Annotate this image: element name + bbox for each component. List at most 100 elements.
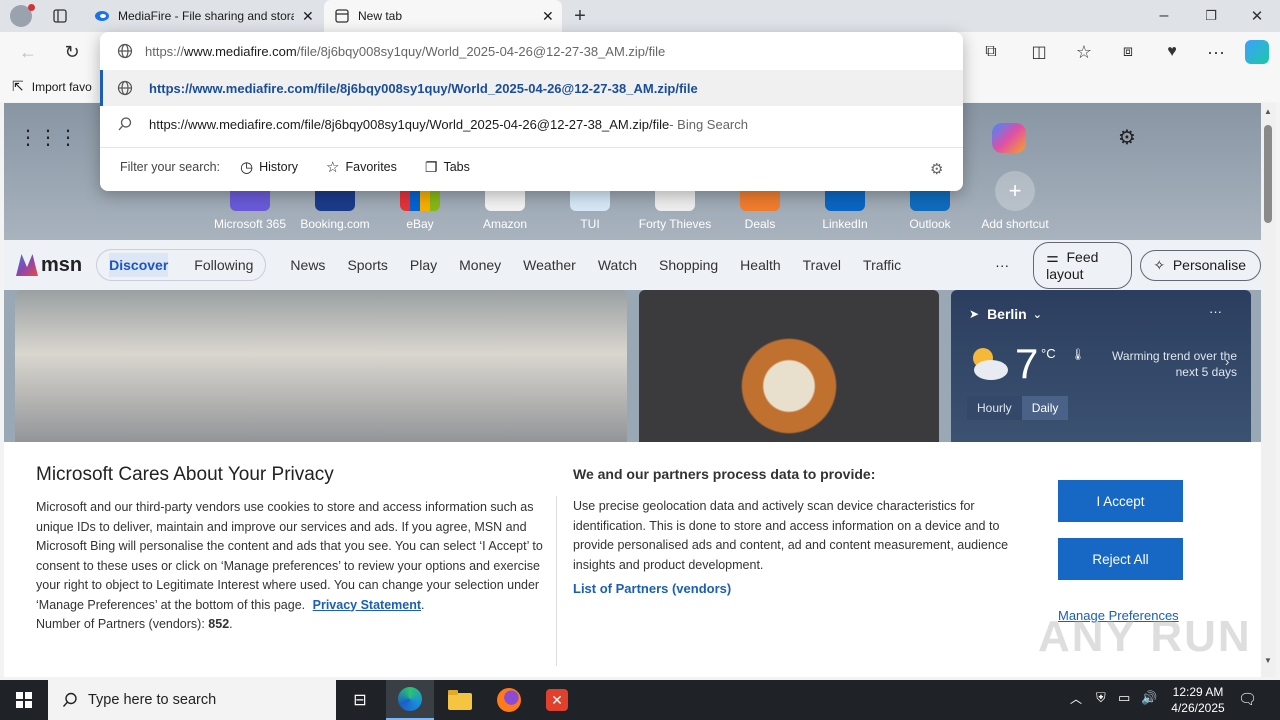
collections-icon[interactable]: ⧈ [1112,36,1144,68]
security-icon[interactable]: ⛨ [1096,690,1106,706]
close-window-icon[interactable]: ✕ [1241,0,1273,32]
weather-temp: 7 [1015,340,1039,387]
plus-icon: + [995,171,1035,211]
performance-icon[interactable]: ♥ [1156,36,1188,68]
shortcut-label: LinkedIn [822,217,868,231]
feed-layout-button[interactable]: ⚌ Feed layout [1033,241,1133,289]
new-tab-plus-icon[interactable]: + [564,0,596,32]
scroll-down-icon[interactable]: ▼ [1264,656,1272,665]
shortcut-add[interactable]: + Add shortcut [975,171,1055,231]
nav-shopping[interactable]: Shopping [659,257,718,273]
minimize-icon[interactable]: – [1148,0,1180,32]
notifications-icon[interactable]: 🗨 [1238,690,1257,708]
food-card-image[interactable] [639,290,939,450]
partners-list-link[interactable]: List of Partners (vendors) [573,581,731,596]
nav-watch[interactable]: Watch [598,257,637,273]
scroll-up-icon[interactable]: ▲ [1264,107,1272,116]
privacy-statement-link[interactable]: Privacy Statement [313,598,421,612]
star-icon: ✧ [1153,256,1166,273]
shortcut-label: Outlook [909,217,951,231]
nav-travel[interactable]: Travel [803,257,841,273]
apps-launcher-icon[interactable]: ⋮⋮⋮ [18,121,78,153]
divider [556,496,557,666]
page-settings-icon[interactable]: ⚙ [1111,121,1143,153]
nav-sports[interactable]: Sports [347,257,387,273]
refresh-icon[interactable]: ↻ [56,36,88,68]
filter-history-button[interactable]: ◷ History [240,158,298,176]
windows-start-icon[interactable] [0,680,48,720]
weather-more-icon[interactable]: ··· [1209,304,1222,319]
close-tab-icon[interactable]: ✕ [542,8,554,25]
globe-icon [117,43,133,59]
history-icon: ◷ [240,159,254,176]
personalise-button[interactable]: ✧ Personalise [1140,249,1261,281]
shortcut-label: Deals [744,217,776,231]
msn-logo[interactable]: msn [16,254,82,277]
chevron-down-icon[interactable]: ⌄ [1033,308,1042,321]
tab-mediafire[interactable]: MediaFire - File sharing and stora ✕ [84,0,322,32]
reject-all-button[interactable]: Reject All [1058,538,1183,580]
tab-strip: MediaFire - File sharing and stora ✕ New… [0,0,1280,32]
more-nav-icon[interactable]: ··· [995,257,1009,273]
copilot-icon[interactable] [992,123,1026,153]
import-favorites-button[interactable]: ⇱ Import favo [12,78,92,95]
close-tab-icon[interactable]: ✕ [302,8,314,25]
system-clock[interactable]: 12:29 AM 4/26/2025 [1162,684,1234,716]
accept-button[interactable]: I Accept [1058,480,1183,522]
tab-new-tab[interactable]: New tab ✕ [324,0,562,32]
tab-discover[interactable]: Discover [109,253,169,277]
split-screen-icon[interactable]: ◫ [1023,36,1055,68]
page-scrollbar[interactable]: ▲ ▼ [1261,103,1276,677]
partly-cloudy-icon [965,342,1011,382]
weather-city[interactable]: Berlin [987,306,1027,322]
nav-money[interactable]: Money [459,257,501,273]
task-view-icon[interactable]: ⊟ [336,680,384,720]
nav-play[interactable]: Play [410,257,437,273]
tab-actions-icon[interactable] [44,0,76,32]
suggestion-bing-search[interactable]: https://www.mediafire.com/file/8j6bqy008… [100,106,963,142]
nav-health[interactable]: Health [740,257,780,273]
tab-daily[interactable]: Daily [1021,396,1069,420]
gear-icon[interactable]: ⚙ [930,160,943,178]
favorites-icon[interactable]: ☆ [1068,36,1100,68]
shortcut-label: eBay [406,217,434,231]
restore-icon[interactable]: ❐ [1195,0,1227,32]
scrollbar-thumb[interactable] [1264,125,1272,223]
volume-icon[interactable]: 🔊 [1141,690,1157,706]
location-arrow-icon: ➤ [969,307,980,321]
address-input[interactable]: https://www.mediafire.com/file/8j6bqy008… [100,32,963,70]
search-placeholder: Type here to search [88,692,217,708]
taskbar-search-box[interactable]: Type here to search [48,680,336,720]
nav-traffic[interactable]: Traffic [863,257,901,273]
import-icon: ⇱ [12,78,24,94]
network-icon[interactable]: ▭ [1118,690,1130,706]
settings-more-icon[interactable]: ··· [1200,36,1232,68]
msn-nav-bar: msn Discover Following News Sports Play … [4,240,1261,290]
file-explorer-icon[interactable] [436,680,484,720]
news-card-image[interactable] [15,290,627,450]
filter-tabs-button[interactable]: ❐ Tabs [425,159,470,176]
filter-favorites-button[interactable]: ☆ Favorites [326,158,397,176]
extensions-icon[interactable]: ⧉ [975,36,1007,68]
tab-following[interactable]: Following [194,257,253,273]
search-icon [117,116,133,132]
edge-taskbar-icon[interactable] [386,680,434,720]
privacy-title: Microsoft Cares About Your Privacy [36,464,334,485]
address-bar-dropdown: https://www.mediafire.com/file/8j6bqy008… [100,32,963,191]
app-error-icon[interactable]: ✕ [533,680,581,720]
weather-card[interactable]: ➤ Berlin ⌄ ··· 7 °C 🌡 Warming trend over… [951,290,1251,450]
chevron-up-icon[interactable]: ︿ [1070,690,1082,707]
tabs-icon: ❐ [424,158,438,175]
nav-weather[interactable]: Weather [523,257,576,273]
msn-butterfly-icon [16,254,38,276]
suggestion-url[interactable]: https://www.mediafire.com/file/8j6bqy008… [100,70,963,106]
data-processing-body: Use precise geolocation data and activel… [573,499,1009,572]
chevron-right-icon[interactable]: › [1225,354,1229,369]
nav-news[interactable]: News [290,257,325,273]
tab-hourly[interactable]: Hourly [967,396,1022,420]
firefox-icon[interactable] [485,680,533,720]
back-icon[interactable]: ← [12,36,44,68]
msn-logo-text: msn [41,253,83,276]
copilot-icon[interactable] [1245,40,1269,64]
shortcut-label: TUI [580,217,600,231]
